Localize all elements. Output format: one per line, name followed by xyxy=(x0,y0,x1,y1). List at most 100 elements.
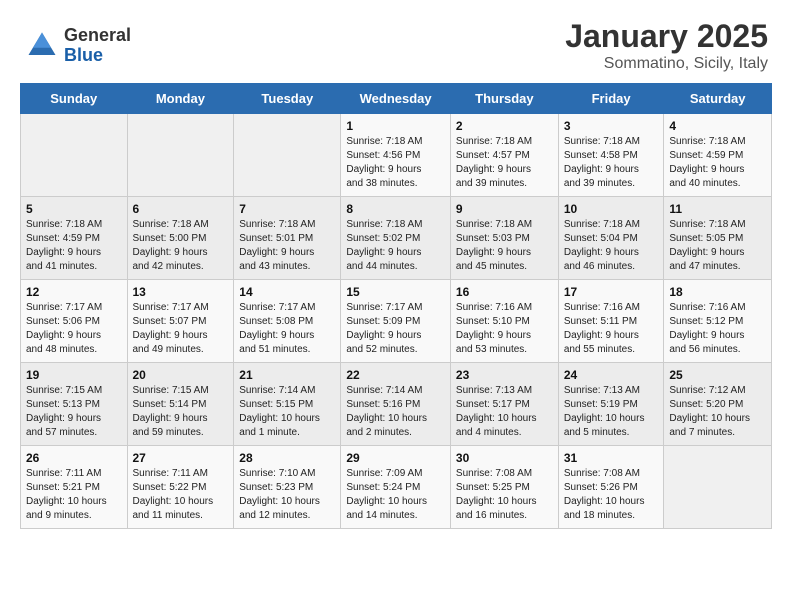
calendar-table: SundayMondayTuesdayWednesdayThursdayFrid… xyxy=(20,83,772,529)
calendar-header-row: SundayMondayTuesdayWednesdayThursdayFrid… xyxy=(21,84,772,114)
day-info: Sunrise: 7:13 AM Sunset: 5:19 PM Dayligh… xyxy=(564,384,659,440)
calendar-week-row: 5 Sunrise: 7:18 AM Sunset: 4:59 PM Daylig… xyxy=(21,197,772,280)
logo-icon xyxy=(24,28,60,64)
day-of-week-header: Sunday xyxy=(21,84,128,114)
day-number: 31 xyxy=(564,451,659,465)
calendar-cell xyxy=(664,446,772,529)
day-of-week-header: Wednesday xyxy=(341,84,451,114)
day-info: Sunrise: 7:16 AM Sunset: 5:10 PM Dayligh… xyxy=(456,301,553,357)
day-info: Sunrise: 7:14 AM Sunset: 5:15 PM Dayligh… xyxy=(239,384,335,440)
calendar-wrapper: SundayMondayTuesdayWednesdayThursdayFrid… xyxy=(0,83,792,539)
day-number: 16 xyxy=(456,285,553,299)
calendar-cell: 19 Sunrise: 7:15 AM Sunset: 5:13 PM Dayli… xyxy=(21,363,128,446)
day-info: Sunrise: 7:18 AM Sunset: 4:58 PM Dayligh… xyxy=(564,135,659,191)
day-info: Sunrise: 7:18 AM Sunset: 4:57 PM Dayligh… xyxy=(456,135,553,191)
day-info: Sunrise: 7:11 AM Sunset: 5:22 PM Dayligh… xyxy=(133,467,229,523)
day-number: 4 xyxy=(669,119,766,133)
day-number: 28 xyxy=(239,451,335,465)
calendar-body: 1Sunrise: 7:18 AM Sunset: 4:56 PM Daylig… xyxy=(21,114,772,529)
calendar-cell: 16 Sunrise: 7:16 AM Sunset: 5:10 PM Dayli… xyxy=(450,280,558,363)
day-info: Sunrise: 7:18 AM Sunset: 4:59 PM Dayligh… xyxy=(26,218,122,274)
day-number: 27 xyxy=(133,451,229,465)
day-info: Sunrise: 7:17 AM Sunset: 5:08 PM Dayligh… xyxy=(239,301,335,357)
day-number: 12 xyxy=(26,285,122,299)
day-number: 11 xyxy=(669,202,766,216)
day-number: 3 xyxy=(564,119,659,133)
logo-general: General xyxy=(64,26,131,46)
day-of-week-header: Monday xyxy=(127,84,234,114)
day-info: Sunrise: 7:15 AM Sunset: 5:14 PM Dayligh… xyxy=(133,384,229,440)
day-number: 22 xyxy=(346,368,445,382)
day-number: 8 xyxy=(346,202,445,216)
calendar-cell: 11Sunrise: 7:18 AM Sunset: 5:05 PM Dayli… xyxy=(664,197,772,280)
day-number: 18 xyxy=(669,285,766,299)
calendar-cell: 15Sunrise: 7:17 AM Sunset: 5:09 PM Dayli… xyxy=(341,280,451,363)
day-info: Sunrise: 7:18 AM Sunset: 5:04 PM Dayligh… xyxy=(564,218,659,274)
calendar-cell: 3 Sunrise: 7:18 AM Sunset: 4:58 PM Daylig… xyxy=(558,114,664,197)
day-number: 9 xyxy=(456,202,553,216)
calendar-week-row: 26Sunrise: 7:11 AM Sunset: 5:21 PM Dayli… xyxy=(21,446,772,529)
logo: General Blue xyxy=(24,26,131,66)
day-number: 2 xyxy=(456,119,553,133)
calendar-cell xyxy=(234,114,341,197)
month-title: January 2025 xyxy=(565,18,768,55)
day-number: 5 xyxy=(26,202,122,216)
calendar-cell: 20 Sunrise: 7:15 AM Sunset: 5:14 PM Dayli… xyxy=(127,363,234,446)
calendar-cell: 17 Sunrise: 7:16 AM Sunset: 5:11 PM Dayli… xyxy=(558,280,664,363)
day-info: Sunrise: 7:16 AM Sunset: 5:11 PM Dayligh… xyxy=(564,301,659,357)
day-number: 20 xyxy=(133,368,229,382)
day-info: Sunrise: 7:18 AM Sunset: 5:03 PM Dayligh… xyxy=(456,218,553,274)
day-info: Sunrise: 7:11 AM Sunset: 5:21 PM Dayligh… xyxy=(26,467,122,523)
calendar-cell: 13Sunrise: 7:17 AM Sunset: 5:07 PM Dayli… xyxy=(127,280,234,363)
calendar-cell: 6Sunrise: 7:18 AM Sunset: 5:00 PM Daylig… xyxy=(127,197,234,280)
location: Sommatino, Sicily, Italy xyxy=(565,55,768,73)
calendar-cell: 12 Sunrise: 7:17 AM Sunset: 5:06 PM Dayli… xyxy=(21,280,128,363)
day-info: Sunrise: 7:08 AM Sunset: 5:26 PM Dayligh… xyxy=(564,467,659,523)
title-area: January 2025 Sommatino, Sicily, Italy xyxy=(565,18,768,73)
calendar-cell: 10 Sunrise: 7:18 AM Sunset: 5:04 PM Dayli… xyxy=(558,197,664,280)
calendar-cell: 9 Sunrise: 7:18 AM Sunset: 5:03 PM Daylig… xyxy=(450,197,558,280)
calendar-cell: 24 Sunrise: 7:13 AM Sunset: 5:19 PM Dayli… xyxy=(558,363,664,446)
day-number: 17 xyxy=(564,285,659,299)
calendar-cell: 1Sunrise: 7:18 AM Sunset: 4:56 PM Daylig… xyxy=(341,114,451,197)
day-info: Sunrise: 7:17 AM Sunset: 5:09 PM Dayligh… xyxy=(346,301,445,357)
day-number: 24 xyxy=(564,368,659,382)
day-of-week-header: Thursday xyxy=(450,84,558,114)
day-number: 7 xyxy=(239,202,335,216)
logo-text: General Blue xyxy=(64,26,131,66)
calendar-cell: 8 Sunrise: 7:18 AM Sunset: 5:02 PM Daylig… xyxy=(341,197,451,280)
calendar-cell: 18Sunrise: 7:16 AM Sunset: 5:12 PM Dayli… xyxy=(664,280,772,363)
day-number: 14 xyxy=(239,285,335,299)
day-info: Sunrise: 7:15 AM Sunset: 5:13 PM Dayligh… xyxy=(26,384,122,440)
day-of-week-header: Tuesday xyxy=(234,84,341,114)
day-number: 19 xyxy=(26,368,122,382)
day-of-week-header: Saturday xyxy=(664,84,772,114)
calendar-cell: 2 Sunrise: 7:18 AM Sunset: 4:57 PM Daylig… xyxy=(450,114,558,197)
page-header: General Blue January 2025 Sommatino, Sic… xyxy=(0,0,792,83)
calendar-week-row: 12 Sunrise: 7:17 AM Sunset: 5:06 PM Dayli… xyxy=(21,280,772,363)
day-number: 30 xyxy=(456,451,553,465)
calendar-cell: 21Sunrise: 7:14 AM Sunset: 5:15 PM Dayli… xyxy=(234,363,341,446)
calendar-cell: 29 Sunrise: 7:09 AM Sunset: 5:24 PM Dayli… xyxy=(341,446,451,529)
day-info: Sunrise: 7:14 AM Sunset: 5:16 PM Dayligh… xyxy=(346,384,445,440)
calendar-cell: 31 Sunrise: 7:08 AM Sunset: 5:26 PM Dayli… xyxy=(558,446,664,529)
day-number: 10 xyxy=(564,202,659,216)
logo-blue: Blue xyxy=(64,46,131,66)
day-info: Sunrise: 7:08 AM Sunset: 5:25 PM Dayligh… xyxy=(456,467,553,523)
day-info: Sunrise: 7:18 AM Sunset: 5:00 PM Dayligh… xyxy=(133,218,229,274)
day-info: Sunrise: 7:18 AM Sunset: 5:01 PM Dayligh… xyxy=(239,218,335,274)
day-info: Sunrise: 7:18 AM Sunset: 4:56 PM Dayligh… xyxy=(346,135,445,191)
day-info: Sunrise: 7:17 AM Sunset: 5:06 PM Dayligh… xyxy=(26,301,122,357)
calendar-week-row: 1Sunrise: 7:18 AM Sunset: 4:56 PM Daylig… xyxy=(21,114,772,197)
calendar-cell xyxy=(21,114,128,197)
calendar-cell xyxy=(127,114,234,197)
calendar-cell: 22 Sunrise: 7:14 AM Sunset: 5:16 PM Dayli… xyxy=(341,363,451,446)
calendar-cell: 23Sunrise: 7:13 AM Sunset: 5:17 PM Dayli… xyxy=(450,363,558,446)
day-info: Sunrise: 7:18 AM Sunset: 4:59 PM Dayligh… xyxy=(669,135,766,191)
calendar-cell: 14 Sunrise: 7:17 AM Sunset: 5:08 PM Dayli… xyxy=(234,280,341,363)
day-info: Sunrise: 7:18 AM Sunset: 5:02 PM Dayligh… xyxy=(346,218,445,274)
day-info: Sunrise: 7:09 AM Sunset: 5:24 PM Dayligh… xyxy=(346,467,445,523)
calendar-cell: 25Sunrise: 7:12 AM Sunset: 5:20 PM Dayli… xyxy=(664,363,772,446)
day-number: 29 xyxy=(346,451,445,465)
calendar-cell: 28Sunrise: 7:10 AM Sunset: 5:23 PM Dayli… xyxy=(234,446,341,529)
